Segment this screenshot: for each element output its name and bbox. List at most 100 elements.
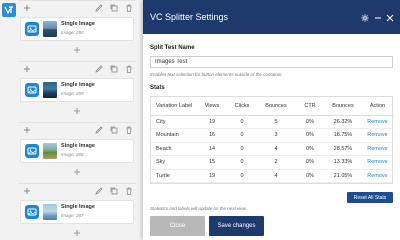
- copy-icon[interactable]: [109, 3, 119, 13]
- element-title: Single Image: [61, 21, 95, 27]
- save-changes-button[interactable]: Save changes: [209, 216, 264, 236]
- single-image-element[interactable]: Single Image Image: 289: [20, 78, 134, 102]
- table-row: Sky 15 0 2 0% 13.33% Remove: [151, 155, 394, 170]
- vc-logo-icon[interactable]: [2, 3, 16, 17]
- cell-ctr: 0%: [295, 169, 325, 183]
- pencil-icon[interactable]: [94, 3, 104, 13]
- image-element-icon: [25, 144, 39, 158]
- image-thumbnail-sky: [43, 204, 57, 220]
- element-subtitle: Image: 287: [61, 213, 84, 218]
- single-image-element[interactable]: Single Image Image: 288: [20, 139, 134, 163]
- image-thumbnail-city: [43, 21, 57, 37]
- element-toolbar: [18, 1, 136, 15]
- cell-label: Beach: [151, 142, 197, 156]
- plus-icon[interactable]: [22, 125, 32, 135]
- column-header-action: Action: [361, 97, 394, 116]
- minimize-icon[interactable]: [374, 14, 382, 22]
- trash-icon[interactable]: [124, 186, 134, 196]
- element-subtitle: Image: 288: [61, 152, 84, 157]
- single-image-element[interactable]: Single Image Image: 290: [20, 17, 134, 41]
- element-block: Single Image Image: 290: [18, 0, 136, 60]
- cell-clicks: 0: [227, 142, 257, 156]
- cell-views: 15: [197, 155, 227, 170]
- remove-link[interactable]: Remove: [361, 128, 394, 143]
- trash-icon[interactable]: [124, 64, 134, 74]
- image-element-icon: [25, 83, 39, 97]
- cell-ctr: 0%: [295, 142, 325, 156]
- element-block: Single Image Image: 289: [18, 61, 136, 121]
- element-toolbar: [18, 62, 136, 76]
- remove-link[interactable]: Remove: [361, 169, 394, 183]
- copy-icon[interactable]: [109, 64, 119, 74]
- column-header-views: Views: [197, 97, 227, 116]
- add-element-plus-icon[interactable]: [72, 228, 82, 238]
- modal-header[interactable]: VC Splitter Settings: [143, 0, 400, 34]
- modal-title: VC Splitter Settings: [150, 12, 229, 22]
- image-element-icon: [25, 205, 39, 219]
- single-image-element[interactable]: Single Image Image: 287: [20, 200, 134, 224]
- cell-bounce-rate: 18.75%: [325, 128, 361, 143]
- element-toolbar: [18, 184, 136, 198]
- element-title: Single Image: [61, 82, 95, 88]
- image-thumbnail-beach: [43, 143, 57, 159]
- add-element-plus-icon[interactable]: [72, 106, 82, 116]
- table-row: Turtle 19 0 4 0% 21.05% Remove: [151, 169, 394, 183]
- copy-icon[interactable]: [109, 125, 119, 135]
- element-toolbar: [18, 123, 136, 137]
- cell-clicks: 0: [227, 115, 257, 129]
- cell-clicks: 0: [227, 169, 257, 183]
- split-test-name-input[interactable]: [150, 56, 393, 68]
- add-element-plus-icon[interactable]: [72, 45, 82, 55]
- cell-label: City: [151, 115, 197, 129]
- cell-clicks: 0: [227, 128, 257, 143]
- cell-views: 14: [197, 142, 227, 156]
- element-block: Single Image Image: 288: [18, 122, 136, 182]
- plus-icon[interactable]: [22, 186, 32, 196]
- table-row: Mountain 16 0 3 0% 18.75% Remove: [151, 128, 394, 143]
- cell-clicks: 0: [227, 155, 257, 170]
- element-subtitle: Image: 289: [61, 91, 84, 96]
- stats-footnote: Statistics and labels will update on the…: [150, 206, 248, 211]
- vc-splitter-settings-modal: VC Splitter Settings Split Test Name Ena…: [143, 0, 400, 240]
- reset-all-stats-button[interactable]: Reset All Stats: [347, 192, 393, 203]
- close-button[interactable]: Close: [150, 216, 205, 236]
- split-test-name-label: Split Test Name: [150, 45, 195, 51]
- trash-icon[interactable]: [124, 125, 134, 135]
- trash-icon[interactable]: [124, 3, 134, 13]
- image-thumbnail-mountain: [43, 82, 57, 98]
- close-icon[interactable]: [386, 14, 394, 22]
- cell-ctr: 0%: [295, 155, 325, 170]
- pencil-icon[interactable]: [94, 64, 104, 74]
- column-header-variation-label: Variation Label: [151, 97, 197, 116]
- table-header-row: Variation Label Views Clicks Bounces CTR…: [151, 97, 394, 116]
- cell-bounces: 3: [257, 128, 295, 143]
- plus-icon[interactable]: [22, 3, 32, 13]
- cell-views: 16: [197, 128, 227, 143]
- pencil-icon[interactable]: [94, 186, 104, 196]
- table-row: Beach 14 0 4 0% 28.57% Remove: [151, 142, 394, 156]
- remove-link[interactable]: Remove: [361, 155, 394, 170]
- add-element-plus-icon[interactable]: [72, 167, 82, 177]
- split-test-name-hint: Enables text selection for button elemen…: [150, 72, 283, 77]
- stats-label: Stats: [150, 85, 165, 91]
- pencil-icon[interactable]: [94, 125, 104, 135]
- cell-views: 19: [197, 115, 227, 129]
- cell-bounce-rate: 13.33%: [325, 155, 361, 170]
- copy-icon[interactable]: [109, 186, 119, 196]
- cell-bounce-rate: 26.32%: [325, 115, 361, 129]
- remove-link[interactable]: Remove: [361, 142, 394, 156]
- table-row: City 19 0 5 0% 26.32% Remove: [151, 115, 394, 129]
- cell-bounces: 5: [257, 115, 295, 129]
- cell-label: Mountain: [151, 128, 197, 143]
- cell-bounce-rate: 21.05%: [325, 169, 361, 183]
- cell-views: 19: [197, 169, 227, 183]
- gear-icon[interactable]: [361, 14, 369, 22]
- column-header-clicks: Clicks: [227, 97, 257, 116]
- element-block: Single Image Image: 287: [18, 183, 136, 240]
- cell-ctr: 0%: [295, 115, 325, 129]
- remove-link[interactable]: Remove: [361, 115, 394, 129]
- cell-ctr: 0%: [295, 128, 325, 143]
- column-header-bounce-rate: Bounces: [325, 97, 361, 116]
- column-header-ctr: CTR: [295, 97, 325, 116]
- plus-icon[interactable]: [22, 64, 32, 74]
